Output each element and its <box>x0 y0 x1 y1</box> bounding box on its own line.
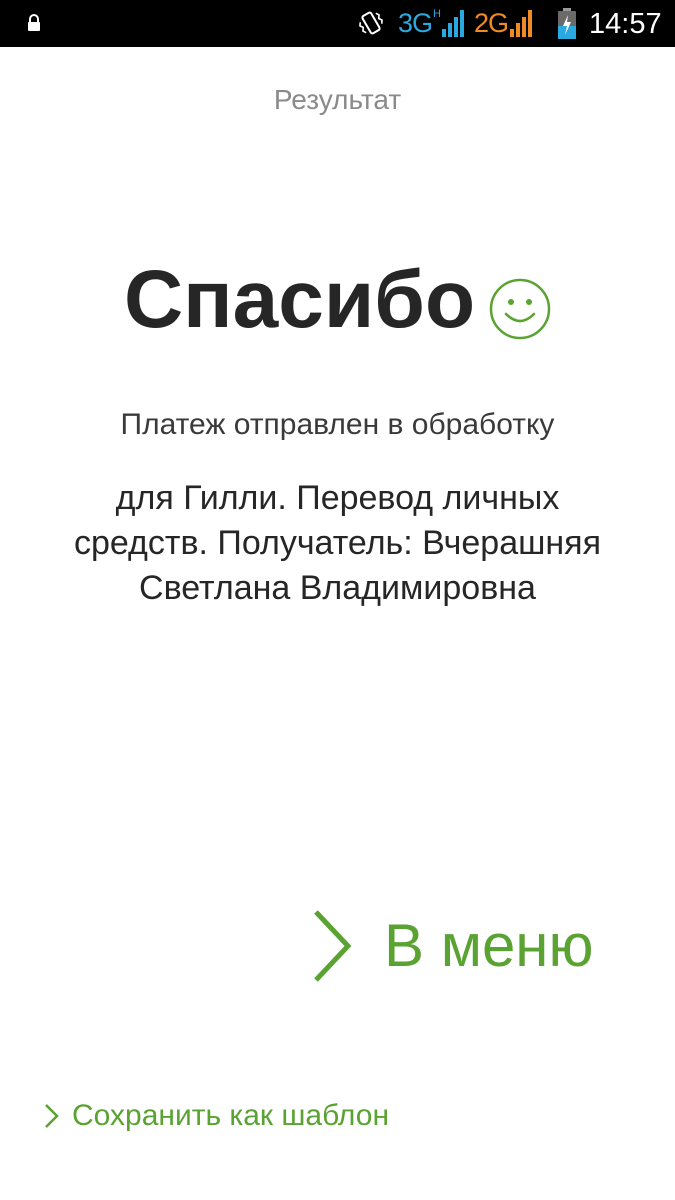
save-template-label: Сохранить как шаблон <box>72 1099 390 1132</box>
payment-status-text: Платеж отправлен в обработку <box>120 408 555 441</box>
payment-details-text: для Гилли. Перевод личных средств. Получ… <box>73 479 602 607</box>
lock-icon <box>28 14 40 31</box>
signal-2g-icon: 2G <box>474 6 534 40</box>
payment-result-screen: 3G H 2G 14:57 Результат Спасибо Платеж о… <box>0 0 675 1200</box>
signal-3g-icon: 3G H <box>398 6 466 40</box>
status-bar: 3G H 2G 14:57 <box>0 0 675 47</box>
smile-icon <box>489 278 551 340</box>
thanks-heading: Спасибо <box>123 254 476 345</box>
signal-bars-3g <box>441 9 466 37</box>
menu-button[interactable]: В меню <box>312 905 593 987</box>
network-3g-sub-label: H <box>433 8 441 20</box>
vibrate-icon <box>359 11 383 35</box>
page-title: Результат <box>273 84 402 115</box>
signal-bars-2g <box>510 9 534 37</box>
chevron-right-small-icon <box>45 1104 59 1128</box>
clock: 14:57 <box>589 8 662 40</box>
thanks-row: Спасибо <box>0 250 675 350</box>
save-template-button[interactable]: Сохранить как шаблон <box>44 1094 389 1138</box>
battery-charging-icon <box>558 8 576 39</box>
menu-button-label: В меню <box>384 912 594 979</box>
network-3g-label: 3G <box>398 8 433 38</box>
chevron-right-icon <box>314 910 352 982</box>
network-2g-label: 2G <box>474 8 509 38</box>
